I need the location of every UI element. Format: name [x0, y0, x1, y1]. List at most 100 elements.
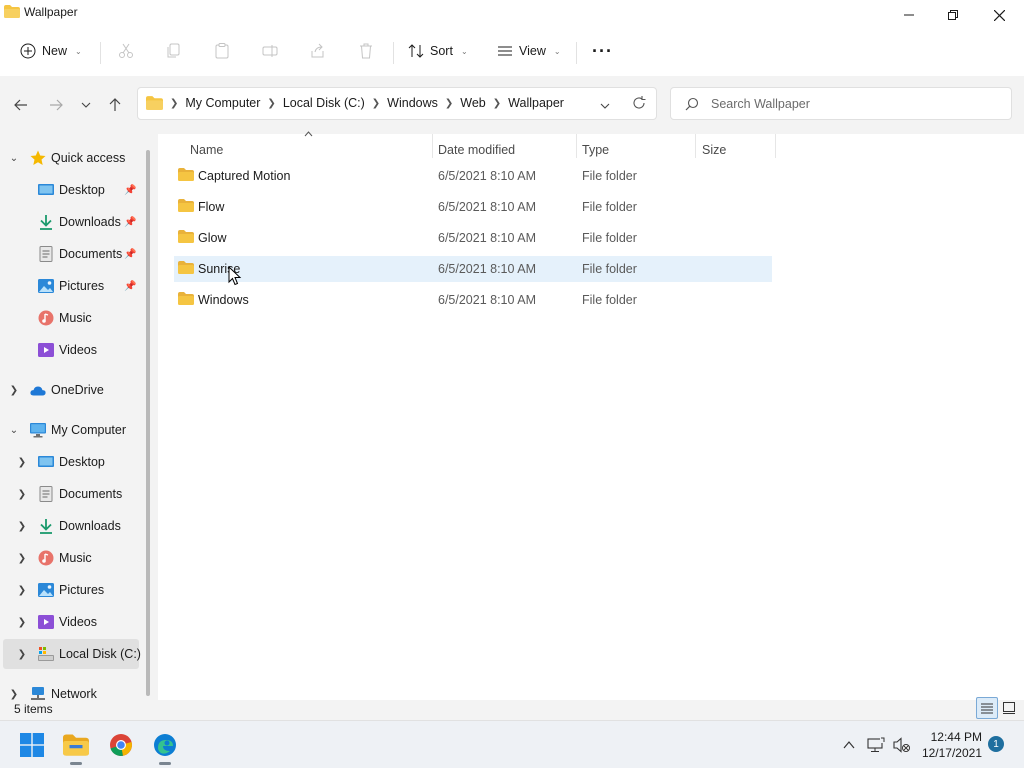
nav-item-desktop[interactable]: Desktop 📌	[0, 175, 140, 205]
chevron-right-icon: ❯	[17, 616, 27, 628]
column-header-date[interactable]: Date modified	[438, 138, 515, 162]
view-button[interactable]: View ⌄	[497, 38, 561, 64]
nav-label: Music	[59, 311, 92, 325]
copy-button[interactable]	[163, 40, 185, 62]
nav-item-music[interactable]: Music	[0, 303, 140, 333]
nav-item-computer-music[interactable]: ❯ Music	[0, 543, 140, 573]
column-header-name[interactable]: Name	[190, 138, 223, 162]
chevron-up-icon	[843, 741, 855, 749]
breadcrumb-my-computer[interactable]: My Computer	[178, 96, 267, 110]
close-button[interactable]	[976, 0, 1022, 30]
taskbar-file-explorer[interactable]	[62, 731, 90, 759]
search-input[interactable]: Search Wallpaper	[670, 87, 1012, 120]
chevron-right-icon: ❯	[17, 648, 27, 660]
nav-item-downloads[interactable]: Downloads 📌	[0, 207, 140, 237]
videos-icon	[38, 343, 54, 357]
nav-label: Pictures	[59, 583, 105, 597]
rename-button[interactable]	[259, 40, 281, 62]
nav-item-local-disk[interactable]: ❯ Local Disk (C:)	[3, 639, 141, 669]
computer-icon	[30, 423, 46, 438]
more-options-button[interactable]: ···	[592, 38, 613, 64]
file-row[interactable]: Flow 6/5/2021 8:10 AM File folder	[174, 194, 772, 220]
network-tray-button[interactable]	[862, 731, 890, 759]
column-divider[interactable]	[775, 134, 776, 158]
nav-label: Downloads	[59, 519, 121, 533]
nav-item-computer-downloads[interactable]: ❯ Downloads	[0, 511, 140, 541]
arrow-right-icon	[50, 99, 63, 111]
show-hidden-icons-button[interactable]	[835, 731, 863, 759]
share-button[interactable]	[307, 40, 329, 62]
breadcrumb-windows[interactable]: Windows	[380, 96, 445, 110]
breadcrumb-local-disk[interactable]: Local Disk (C:)	[276, 96, 372, 110]
navigation-scrollbar[interactable]	[146, 150, 150, 696]
minimize-button[interactable]	[886, 0, 932, 30]
nav-item-quick-access[interactable]: ⌄ Quick access	[0, 143, 140, 173]
details-view-button[interactable]	[976, 697, 998, 719]
file-row[interactable]: Glow 6/5/2021 8:10 AM File folder	[174, 225, 772, 251]
nav-item-documents[interactable]: Documents 📌	[0, 239, 140, 269]
toolbar-divider	[576, 42, 577, 64]
nav-item-computer-documents[interactable]: ❯ Documents	[0, 479, 140, 509]
delete-button[interactable]	[355, 40, 377, 62]
sort-icon	[408, 44, 424, 58]
chevron-right-icon: ❯	[267, 97, 276, 109]
download-icon	[40, 215, 52, 230]
nav-label: Downloads	[59, 215, 121, 229]
column-divider[interactable]	[695, 134, 696, 158]
file-row[interactable]: Captured Motion 6/5/2021 8:10 AM File fo…	[174, 163, 772, 189]
network-icon	[31, 687, 45, 700]
start-button[interactable]	[18, 731, 46, 759]
file-row[interactable]: Windows 6/5/2021 8:10 AM File folder	[174, 287, 772, 313]
column-header-size[interactable]: Size	[702, 138, 726, 162]
nav-item-pictures[interactable]: Pictures 📌	[0, 271, 140, 301]
column-divider[interactable]	[576, 134, 577, 158]
refresh-button[interactable]	[632, 96, 646, 113]
active-app-indicator	[70, 762, 82, 765]
up-button[interactable]	[104, 94, 126, 116]
nav-label: Videos	[59, 343, 97, 357]
item-count: 5 items	[14, 702, 53, 716]
back-button[interactable]	[10, 94, 32, 116]
volume-tray-button[interactable]	[888, 731, 916, 759]
nav-label: Music	[59, 551, 92, 565]
cut-button[interactable]	[115, 40, 137, 62]
nav-label: Network	[51, 687, 97, 700]
breadcrumb-web[interactable]: Web	[453, 96, 492, 110]
address-bar[interactable]: ❯ My Computer ❯ Local Disk (C:) ❯ Window…	[137, 87, 657, 120]
maximize-button[interactable]	[930, 0, 976, 30]
file-row[interactable]: Sunrise 6/5/2021 8:10 AM File folder	[174, 256, 772, 282]
document-icon	[39, 246, 53, 262]
paste-button[interactable]	[211, 40, 233, 62]
file-type: File folder	[582, 169, 637, 183]
nav-label: My Computer	[51, 423, 127, 437]
breadcrumb-wallpaper[interactable]: Wallpaper	[501, 96, 571, 110]
new-button[interactable]: New ⌄	[20, 38, 82, 64]
notification-badge[interactable]: 1	[988, 736, 1004, 752]
taskbar-edge[interactable]	[151, 731, 179, 759]
taskbar-chrome[interactable]	[107, 731, 135, 759]
chevron-right-icon: ❯	[17, 584, 27, 596]
nav-label: OneDrive	[51, 383, 104, 397]
nav-item-computer-desktop[interactable]: ❯ Desktop	[0, 447, 140, 477]
nav-item-computer-pictures[interactable]: ❯ Pictures	[0, 575, 140, 605]
column-divider[interactable]	[432, 134, 433, 158]
nav-item-my-computer[interactable]: ⌄ My Computer	[0, 415, 140, 445]
document-icon	[39, 486, 53, 502]
clock-time: 12:44 PM	[930, 730, 982, 744]
nav-item-computer-videos[interactable]: ❯ Videos	[0, 607, 140, 637]
address-history-button[interactable]	[600, 98, 610, 112]
system-clock[interactable]: 12:44 PM 12/17/2021	[920, 729, 982, 761]
sort-button[interactable]: Sort ⌄	[408, 38, 468, 64]
status-bar: 5 items	[0, 697, 1024, 720]
column-header-type[interactable]: Type	[582, 138, 609, 162]
tiles-view-button[interactable]	[998, 697, 1020, 719]
recent-locations-button[interactable]	[75, 94, 97, 116]
nav-item-network[interactable]: ❯ Network	[0, 679, 140, 700]
file-type: File folder	[582, 200, 637, 214]
clipboard-icon	[215, 43, 229, 59]
cloud-icon	[30, 386, 46, 396]
nav-item-videos[interactable]: Videos	[0, 335, 140, 365]
nav-item-onedrive[interactable]: ❯ OneDrive	[0, 375, 140, 405]
chevron-down-icon: ⌄	[9, 152, 19, 164]
forward-button[interactable]	[45, 94, 67, 116]
